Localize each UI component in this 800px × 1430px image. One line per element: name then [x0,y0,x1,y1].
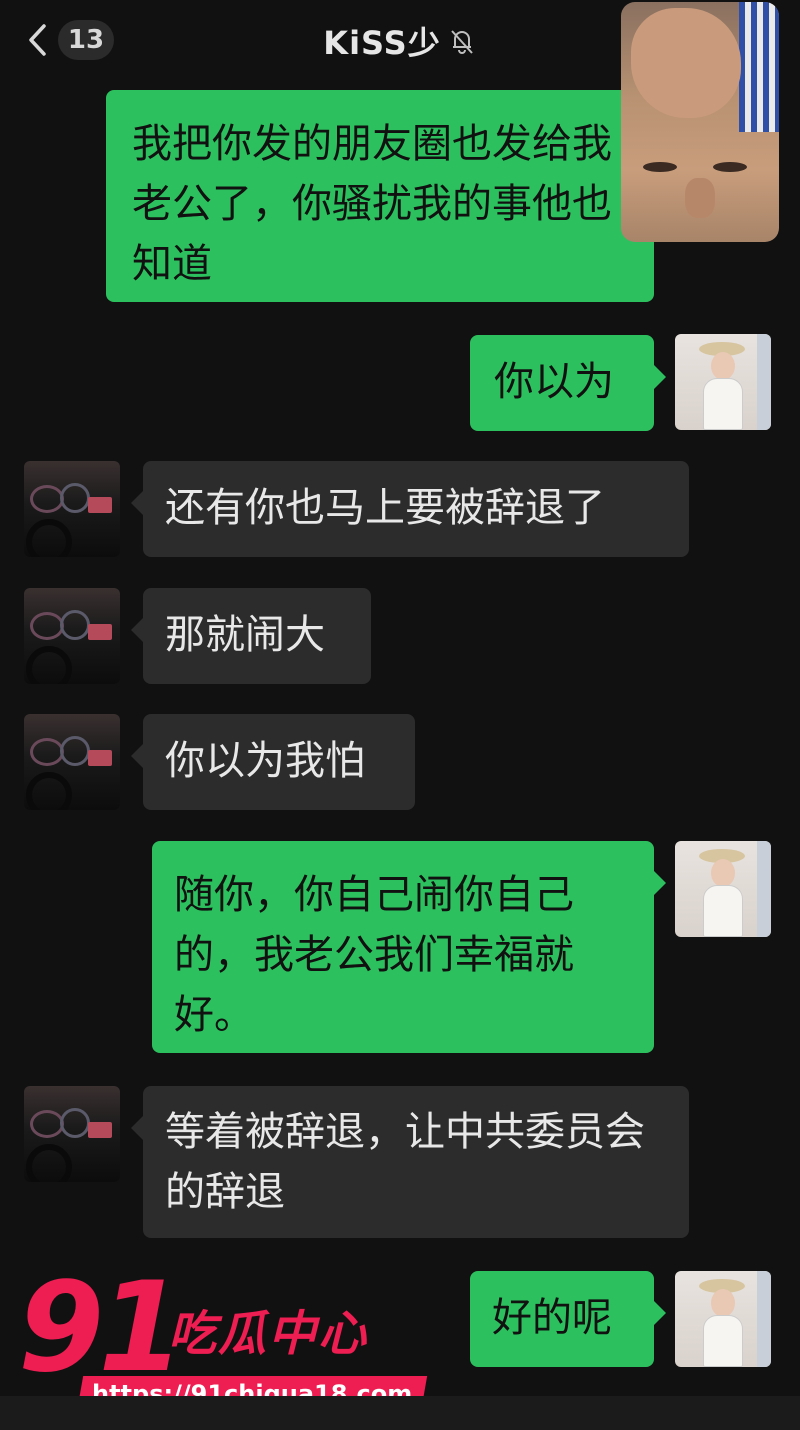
message-bubble-outgoing[interactable]: 好的呢 [470,1271,666,1367]
chat-screen: 13 KiSS少 我把你发的朋友圈也发给我老公了，你骚扰我的事他也知道 你以为 … [0,0,800,1430]
avatar[interactable] [24,588,120,684]
avatar[interactable] [675,1271,771,1367]
bell-off-icon [447,26,477,64]
avatar[interactable] [24,1086,120,1182]
message-text: 还有你也马上要被辞退了 [165,485,605,531]
message-bubble-outgoing[interactable]: 你以为 [470,335,666,431]
message-text: 我把你发的朋友圈也发给我老公了，你骚扰我的事他也知道 [132,121,612,287]
message-text: 等着被辞退，让中共委员会的辞退 [165,1109,645,1215]
message-bubble-incoming[interactable]: 那就闹大 [131,588,371,684]
message-text: 好的呢 [492,1295,612,1341]
message-bubble-outgoing[interactable]: 我把你发的朋友圈也发给我老公了，你骚扰我的事他也知道 [106,90,654,302]
video-call-overlay[interactable] [621,2,779,242]
message-text: 随你，你自己闹你自己的，我老公我们幸福就好。 [174,872,574,1038]
message-text: 你以为 [494,359,614,405]
avatar[interactable] [675,841,771,937]
avatar[interactable] [675,334,771,430]
contact-name: KiSS少 [323,24,441,62]
watermark-name: 吃瓜中心 [168,1306,369,1362]
message-bubble-incoming[interactable]: 等着被辞退，让中共委员会的辞退 [131,1086,689,1238]
watermark-number: 91 [18,1256,185,1400]
avatar[interactable] [24,714,120,810]
avatar[interactable] [24,461,120,557]
message-text: 你以为我怕 [165,738,365,784]
message-bubble-incoming[interactable]: 你以为我怕 [131,714,415,810]
message-bubble-outgoing[interactable]: 随你，你自己闹你自己的，我老公我们幸福就好。 [152,841,666,1053]
watermark-logo: 91 吃瓜中心 https://91chigua18.com [18,1256,428,1416]
message-bubble-incoming[interactable]: 还有你也马上要被辞退了 [131,461,689,557]
message-text: 那就闹大 [165,612,325,658]
bottom-bar [0,1396,800,1430]
